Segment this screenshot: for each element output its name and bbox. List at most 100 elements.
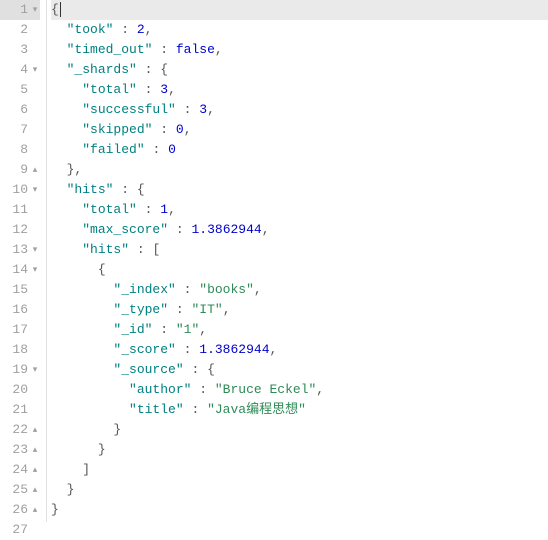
code-line[interactable]: } xyxy=(51,420,548,440)
token-plain xyxy=(51,182,67,197)
token-plain xyxy=(51,482,67,497)
token-plain xyxy=(160,142,168,157)
token-kw: false xyxy=(176,42,215,57)
code-line[interactable]: "total" : 3, xyxy=(51,80,548,100)
gutter-line: 15 xyxy=(0,280,40,300)
chevron-up-icon[interactable]: ▴ xyxy=(30,480,40,500)
token-plain xyxy=(137,202,145,217)
gutter-line: 9▴ xyxy=(0,160,40,180)
code-line[interactable]: { xyxy=(51,0,548,20)
chevron-down-icon[interactable]: ▾ xyxy=(30,60,40,80)
token-colon-sep: : xyxy=(121,182,129,197)
token-string: "books" xyxy=(199,282,254,297)
code-line[interactable]: } xyxy=(51,480,548,500)
chevron-up-icon[interactable]: ▴ xyxy=(30,420,40,440)
line-number: 7 xyxy=(6,120,28,140)
token-bracket: [ xyxy=(152,242,160,257)
code-line[interactable]: "hits" : { xyxy=(51,180,548,200)
token-comma: , xyxy=(74,162,82,177)
code-line[interactable]: "max_score" : 1.3862944, xyxy=(51,220,548,240)
chevron-down-icon[interactable]: ▾ xyxy=(30,180,40,200)
chevron-down-icon[interactable]: ▾ xyxy=(30,240,40,260)
token-key: "skipped" xyxy=(82,122,152,137)
token-brace: { xyxy=(137,182,145,197)
line-number: 10 xyxy=(6,180,28,200)
code-line[interactable]: }, xyxy=(51,160,548,180)
chevron-up-icon[interactable]: ▴ xyxy=(30,460,40,480)
token-key: "failed" xyxy=(82,142,144,157)
code-line[interactable]: "total" : 1, xyxy=(51,200,548,220)
code-line[interactable] xyxy=(51,520,548,540)
token-plain xyxy=(51,142,82,157)
chevron-down-icon[interactable]: ▾ xyxy=(30,360,40,380)
code-line[interactable]: "title" : "Java编程思想" xyxy=(51,400,548,420)
token-plain xyxy=(168,122,176,137)
code-line[interactable]: "hits" : [ xyxy=(51,240,548,260)
gutter-line: 27 xyxy=(0,520,40,540)
code-line[interactable]: "_shards" : { xyxy=(51,60,548,80)
gutter-line: 10▾ xyxy=(0,180,40,200)
line-number: 25 xyxy=(6,480,28,500)
token-number: 0 xyxy=(168,142,176,157)
token-number: 3 xyxy=(199,102,207,117)
line-number: 19 xyxy=(6,360,28,380)
token-string: "Bruce Eckel" xyxy=(215,382,316,397)
token-key: "_score" xyxy=(113,342,175,357)
token-colon-sep: : xyxy=(137,242,145,257)
code-line[interactable]: "author" : "Bruce Eckel", xyxy=(51,380,548,400)
token-plain xyxy=(176,342,184,357)
token-number: 2 xyxy=(137,22,145,37)
gutter-line: 7 xyxy=(0,120,40,140)
token-comma: , xyxy=(254,282,262,297)
code-line[interactable]: "skipped" : 0, xyxy=(51,120,548,140)
line-number: 5 xyxy=(6,80,28,100)
code-editor[interactable]: 1▾2 3 4▾5 6 7 8 9▴10▾11 12 13▾14▾15 16 1… xyxy=(0,0,548,522)
code-line[interactable]: "successful" : 3, xyxy=(51,100,548,120)
code-line[interactable]: "took" : 2, xyxy=(51,20,548,40)
token-plain xyxy=(176,282,184,297)
code-area[interactable]: { "took" : 2, "timed_out" : false, "_sha… xyxy=(47,0,548,522)
gutter-line: 2 xyxy=(0,20,40,40)
token-key: "hits" xyxy=(82,242,129,257)
token-plain xyxy=(51,82,82,97)
token-key: "_source" xyxy=(113,362,183,377)
code-line[interactable]: "failed" : 0 xyxy=(51,140,548,160)
token-colon-sep: : xyxy=(176,222,184,237)
chevron-up-icon[interactable]: ▴ xyxy=(30,160,40,180)
gutter-line: 14▾ xyxy=(0,260,40,280)
code-line[interactable]: } xyxy=(51,500,548,520)
code-line[interactable]: "_source" : { xyxy=(51,360,548,380)
token-plain xyxy=(168,42,176,57)
chevron-up-icon[interactable]: ▴ xyxy=(30,500,40,520)
line-number: 22 xyxy=(6,420,28,440)
line-number: 15 xyxy=(6,280,28,300)
token-plain xyxy=(129,242,137,257)
gutter-line: 26▴ xyxy=(0,500,40,520)
token-plain xyxy=(51,202,82,217)
token-key: "max_score" xyxy=(82,222,168,237)
token-key: "total" xyxy=(82,82,137,97)
line-number: 9 xyxy=(6,160,28,180)
code-line[interactable]: "_index" : "books", xyxy=(51,280,548,300)
code-line[interactable]: "_id" : "1", xyxy=(51,320,548,340)
token-plain xyxy=(51,322,113,337)
code-line[interactable]: ] xyxy=(51,460,548,480)
token-plain xyxy=(137,62,145,77)
chevron-down-icon[interactable]: ▾ xyxy=(30,260,40,280)
token-comma: , xyxy=(215,42,223,57)
token-number: 1.3862944 xyxy=(191,222,261,237)
token-plain xyxy=(199,402,207,417)
gutter-line: 17 xyxy=(0,320,40,340)
line-number: 21 xyxy=(6,400,28,420)
code-line[interactable]: { xyxy=(51,260,548,280)
chevron-down-icon[interactable]: ▾ xyxy=(30,0,40,20)
token-plain xyxy=(176,102,184,117)
code-line[interactable]: } xyxy=(51,440,548,460)
code-line[interactable]: "_score" : 1.3862944, xyxy=(51,340,548,360)
chevron-up-icon[interactable]: ▴ xyxy=(30,440,40,460)
token-comma: , xyxy=(184,122,192,137)
code-line[interactable]: "_type" : "IT", xyxy=(51,300,548,320)
line-number: 1 xyxy=(6,0,28,20)
code-line[interactable]: "timed_out" : false, xyxy=(51,40,548,60)
token-comma: , xyxy=(262,222,270,237)
